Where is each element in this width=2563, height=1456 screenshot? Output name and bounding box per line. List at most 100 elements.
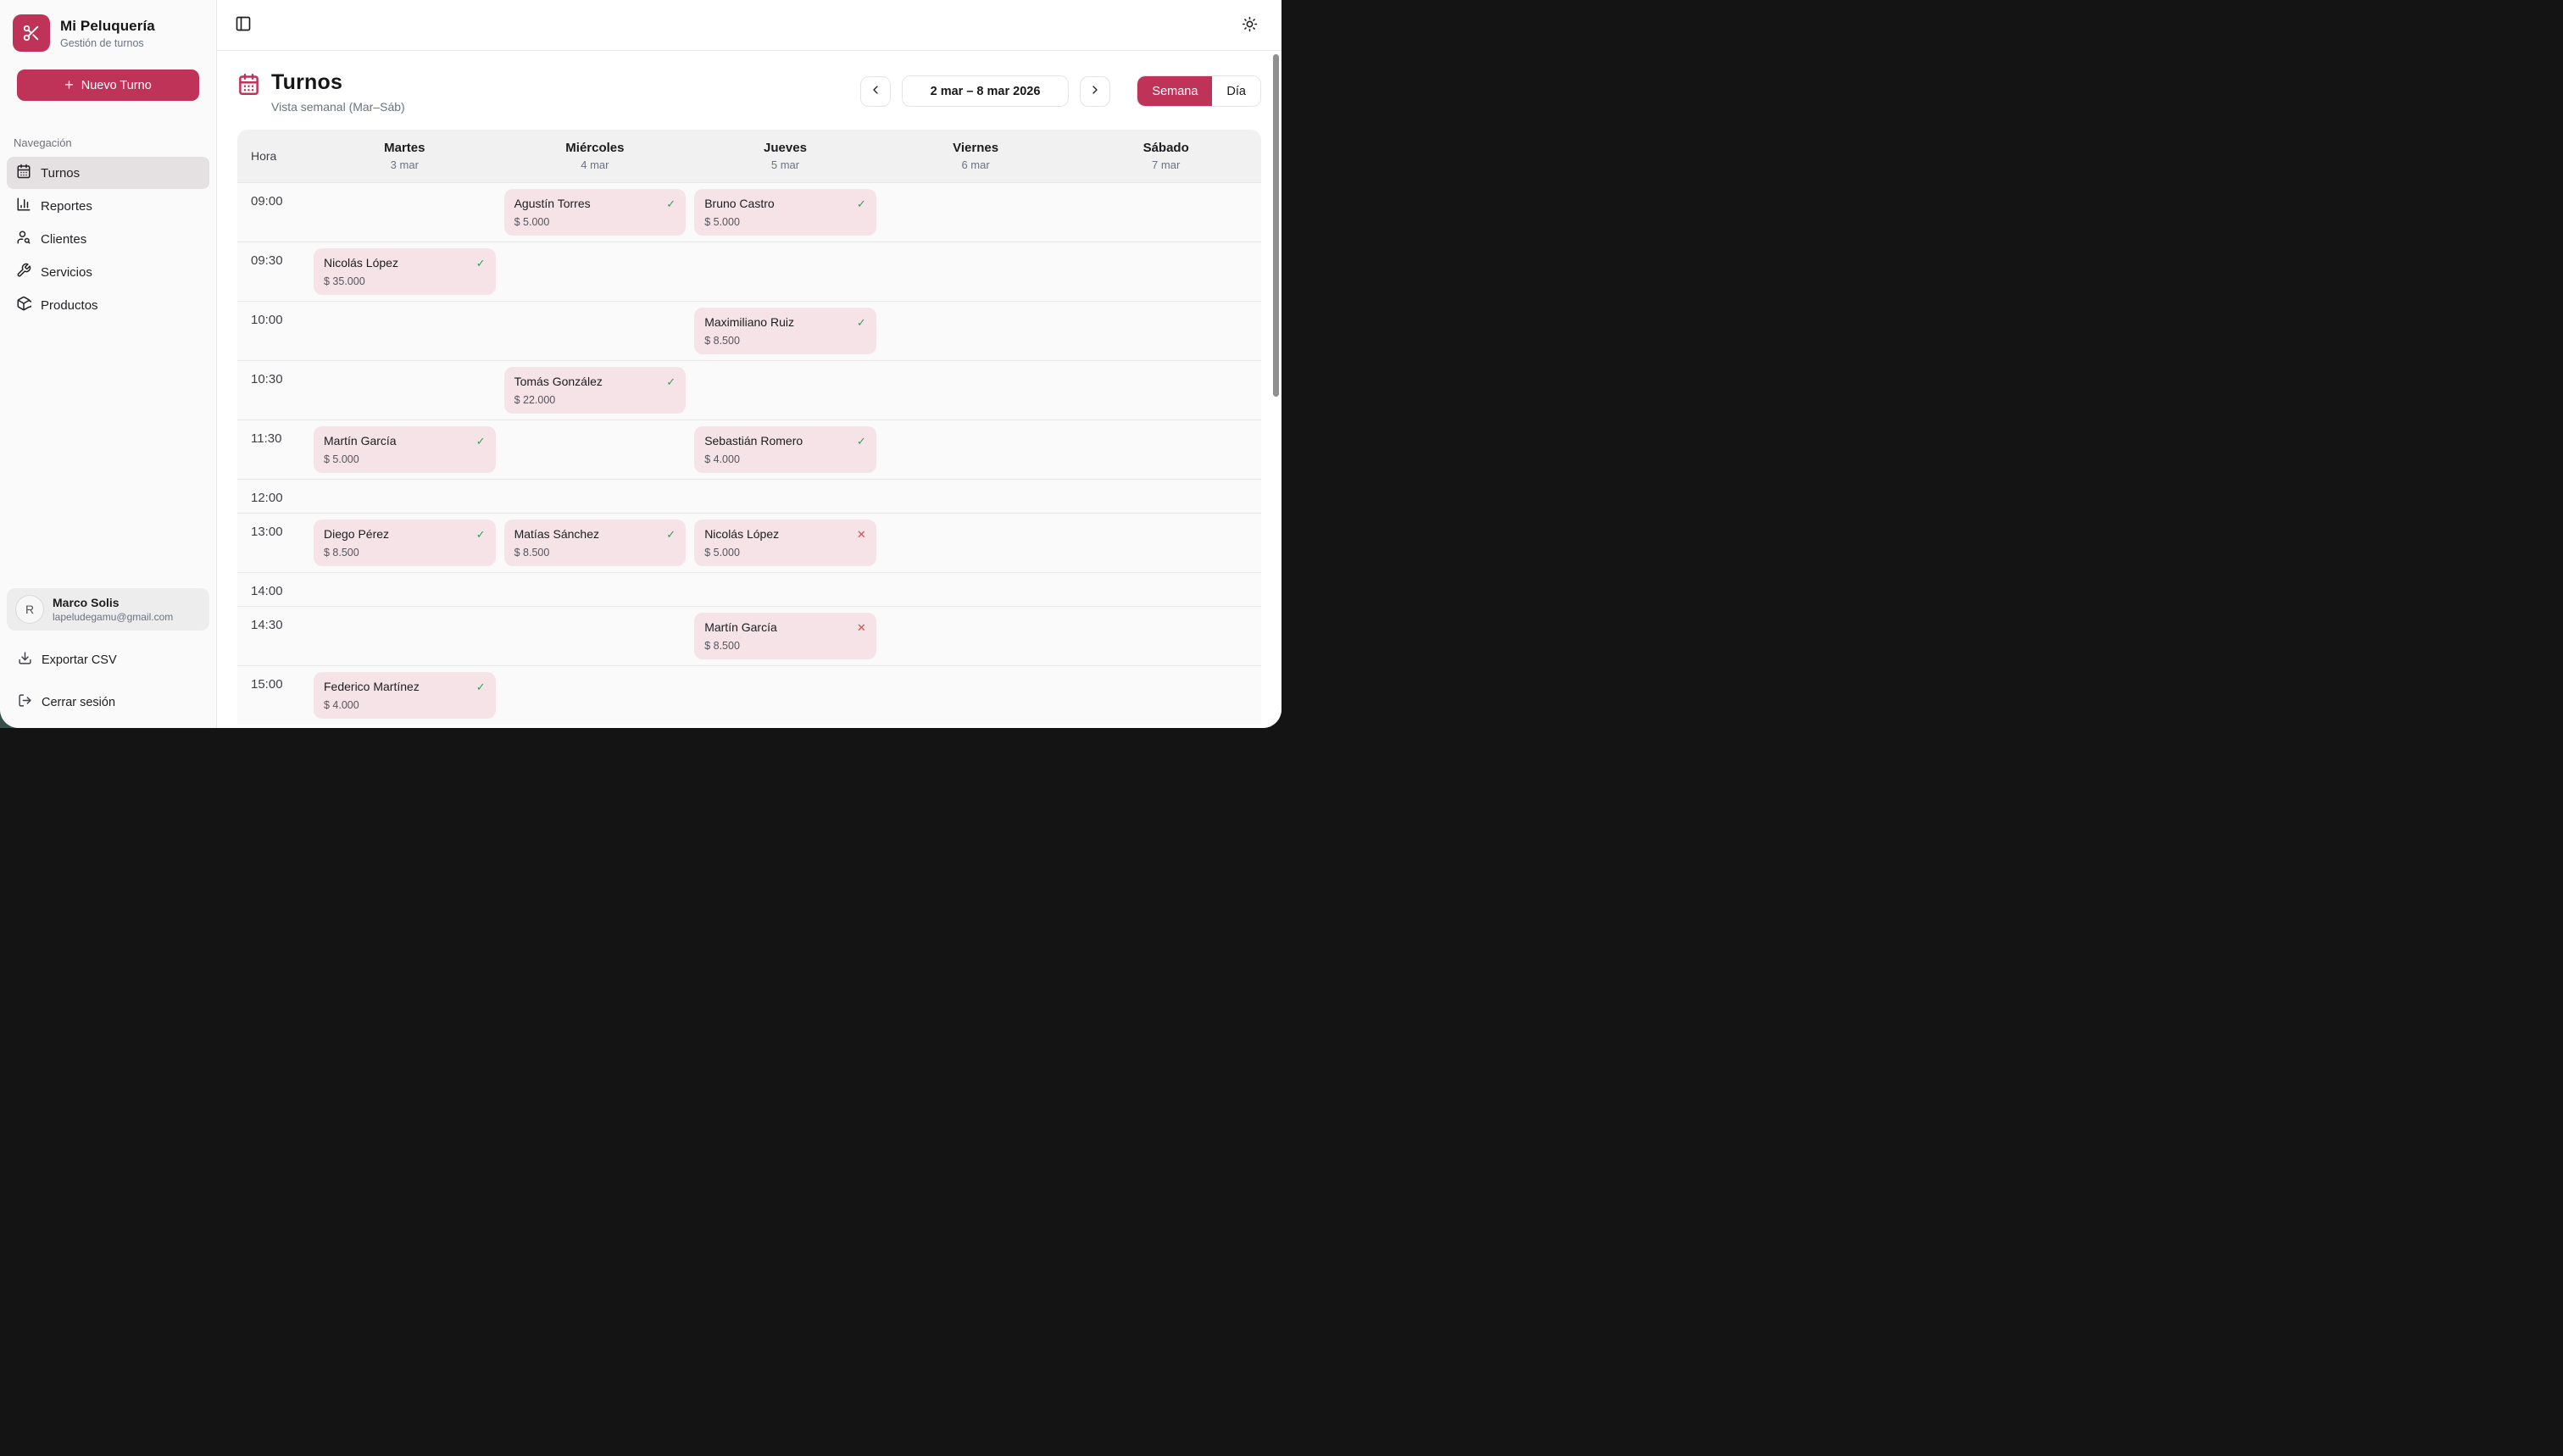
time-label: 15:00 [237, 666, 309, 725]
prev-week-button[interactable] [860, 76, 891, 107]
sidebar: Mi Peluquería Gestión de turnos + Nuevo … [0, 0, 217, 728]
appointment-card[interactable]: Agustín Torres✓$ 5.000 [504, 189, 687, 236]
day-cell [1070, 361, 1261, 420]
sidebar-item-turnos[interactable]: Turnos [7, 157, 209, 189]
page-header: Turnos Vista semanal (Mar–Sáb) 2 mar – 8… [237, 70, 1261, 114]
day-cell [500, 420, 691, 479]
time-label: 12:00 [237, 480, 309, 513]
day-cell: Nicolás López✕$ 5.000 [690, 514, 881, 572]
sidebar-item-clientes[interactable]: Clientes [7, 223, 209, 255]
vertical-scrollbar[interactable] [1273, 54, 1279, 397]
time-label: 11:30 [237, 420, 309, 479]
appointment-card[interactable]: Tomás González✓$ 22.000 [504, 367, 687, 414]
page-title: Turnos [271, 70, 405, 95]
calendar-title-icon [237, 73, 260, 100]
time-label: 10:00 [237, 302, 309, 360]
bar-chart-icon [16, 197, 31, 215]
chevron-right-icon [1088, 83, 1102, 99]
day-header-martes: Martes 3 mar [309, 141, 500, 171]
appointment-price: $ 4.000 [704, 453, 866, 465]
user-email: lapeludegamu@gmail.com [53, 611, 173, 623]
appointment-header: Nicolás López✓ [324, 256, 486, 270]
appointment-header: Martín García ✕ [704, 620, 866, 634]
day-cell: Sebastián Romero ✓ $ 4.000 [690, 420, 881, 479]
x-icon: ✕ [857, 622, 866, 633]
day-header-viernes: Viernes 6 mar [881, 141, 1071, 171]
appointment-card[interactable]: Nicolás López✕$ 5.000 [694, 520, 876, 566]
day-cell [500, 480, 691, 513]
user-card[interactable]: R Marco Solis lapeludegamu@gmail.com [7, 588, 209, 631]
appointment-card[interactable]: Martín García✕$ 8.500 [694, 613, 876, 659]
logout-icon [18, 693, 32, 711]
appointment-header: Bruno Castro✓ [704, 197, 866, 210]
appointment-header: Nicolás López✕ [704, 527, 866, 541]
plus-icon: + [64, 77, 74, 92]
client-name: Maximiliano Ruiz [704, 315, 794, 329]
calendar-header-row: Hora Martes 3 mar Miércoles 4 mar Jueves… [237, 130, 1261, 182]
check-icon: ✓ [857, 436, 866, 447]
app-window: Mi Peluquería Gestión de turnos + Nuevo … [0, 0, 1282, 728]
appointment-header: Sebastián Romero ✓ [704, 434, 866, 447]
view-week-button[interactable]: Semana [1137, 76, 1212, 106]
appointment-price: $ 8.500 [514, 547, 676, 559]
appointment-card[interactable]: Nicolás López✓ $ 35.000 [314, 248, 496, 295]
export-csv-button[interactable]: Exportar CSV [18, 651, 216, 669]
sidebar-toggle-button[interactable] [231, 12, 255, 38]
day-cell [690, 361, 881, 420]
day-cell [1070, 666, 1261, 725]
new-appointment-button[interactable]: + Nuevo Turno [17, 69, 199, 101]
next-week-button[interactable] [1080, 76, 1110, 107]
appointment-card[interactable]: Martín García✓$ 5.000 [314, 426, 496, 473]
day-cell [1070, 302, 1261, 360]
day-cell: Matías Sánchez✓$ 8.500 [500, 514, 691, 572]
view-switcher: Semana Día [1137, 75, 1261, 107]
appointment-card[interactable]: Matías Sánchez✓$ 8.500 [504, 520, 687, 566]
chevron-left-icon [869, 83, 882, 99]
calendar-row: 14:00 [237, 572, 1261, 606]
sidebar-item-servicios[interactable]: Servicios [7, 256, 209, 288]
day-cell [1070, 420, 1261, 479]
x-icon: ✕ [857, 529, 866, 540]
day-cell [881, 361, 1071, 420]
day-cell [309, 302, 500, 360]
time-label: 09:30 [237, 242, 309, 301]
day-cell [881, 302, 1071, 360]
day-cell [309, 480, 500, 513]
day-cell [309, 607, 500, 665]
view-day-button[interactable]: Día [1212, 76, 1260, 106]
day-header-miercoles: Miércoles 4 mar [500, 141, 691, 171]
client-name: Martín García [704, 620, 777, 634]
calendar-row: 09:00Agustín Torres✓$ 5.000Bruno Castro✓… [237, 182, 1261, 242]
day-cell [309, 361, 500, 420]
day-cell [500, 666, 691, 725]
appointment-card[interactable]: Federico Martínez✓$ 4.000 [314, 672, 496, 719]
app-title: Mi Peluquería [60, 18, 155, 35]
theme-toggle-button[interactable] [1238, 13, 1261, 38]
app-tagline: Gestión de turnos [60, 37, 155, 49]
day-header-jueves: Jueves 5 mar [690, 141, 881, 171]
sun-icon [1242, 16, 1258, 35]
appointment-card[interactable]: Diego Pérez✓$ 8.500 [314, 520, 496, 566]
calendar-row: 10:30Tomás González✓$ 22.000 [237, 360, 1261, 420]
day-cell [690, 480, 881, 513]
day-cell [500, 302, 691, 360]
calendar-row: 10:00 Maximiliano Ruiz✓$ 8.500 [237, 301, 1261, 360]
sidebar-item-reportes[interactable]: Reportes [7, 190, 209, 222]
logout-button[interactable]: Cerrar sesión [18, 693, 216, 711]
appointment-price: $ 35.000 [324, 275, 486, 287]
calendar-row: 12:00 [237, 479, 1261, 513]
day-cell: Tomás González✓$ 22.000 [500, 361, 691, 420]
time-label: 14:30 [237, 607, 309, 665]
date-range-display[interactable]: 2 mar – 8 mar 2026 [902, 75, 1070, 107]
sidebar-item-productos[interactable]: Productos [7, 289, 209, 321]
sidebar-spacer [0, 321, 216, 588]
check-icon: ✓ [666, 376, 675, 387]
appointment-header: Tomás González✓ [514, 375, 676, 388]
client-name: Sebastián Romero [704, 434, 803, 447]
day-header-sabado: Sábado 7 mar [1070, 141, 1261, 171]
wrench-icon [16, 263, 31, 281]
appointment-card[interactable]: Maximiliano Ruiz✓$ 8.500 [694, 308, 876, 354]
appointment-card[interactable]: Sebastián Romero ✓ $ 4.000 [694, 426, 876, 473]
appointment-card[interactable]: Bruno Castro✓$ 5.000 [694, 189, 876, 236]
calendar-row: 11:30Martín García✓$ 5.000 Sebastián Rome… [237, 420, 1261, 479]
